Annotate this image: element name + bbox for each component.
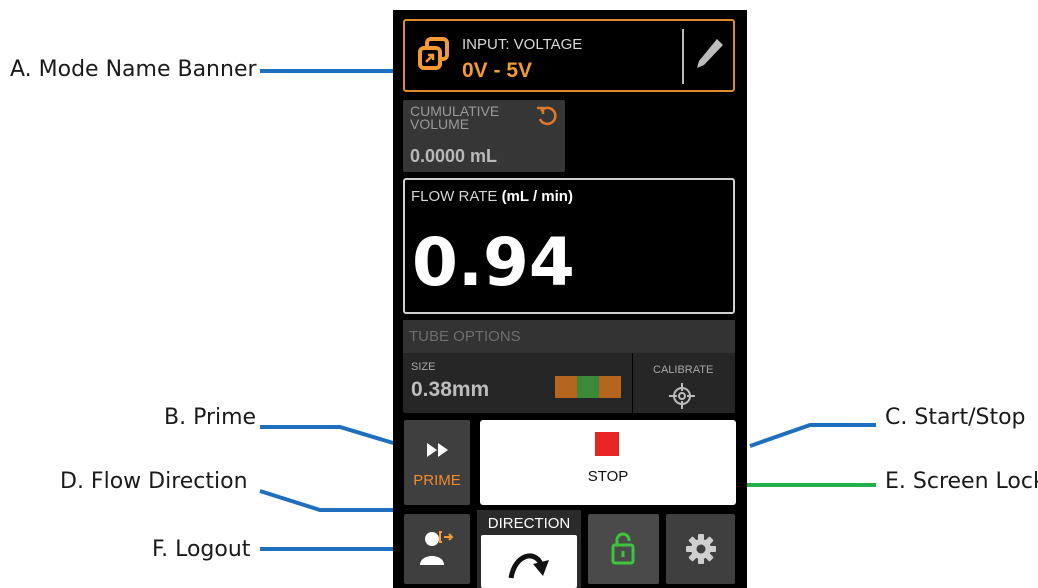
clockwise-arrow-icon <box>508 553 549 579</box>
reset-icon[interactable] <box>535 104 559 128</box>
pump-screen: INPUT: VOLTAGE 0V - 5V CUMULATIVE VOLUME… <box>393 10 747 588</box>
cumulative-volume-panel: CUMULATIVE VOLUME 0.0000 mL <box>403 100 565 172</box>
logout-button[interactable] <box>404 514 470 584</box>
logout-user-icon <box>420 531 454 565</box>
tube-color-band <box>577 376 599 398</box>
settings-button[interactable] <box>666 514 735 584</box>
fast-forward-icon <box>427 443 448 457</box>
stop-label: STOP <box>587 468 629 485</box>
gear-icon <box>686 534 716 564</box>
mode-name-banner[interactable]: INPUT: VOLTAGE 0V - 5V <box>403 19 735 92</box>
callout-mode-banner: A. Mode Name Banner <box>10 57 257 82</box>
flow-rate-panel[interactable]: FLOW RATE (mL / min) 0.94 <box>403 178 735 314</box>
unlocked-padlock-icon <box>611 532 635 565</box>
cumulative-volume-label: CUMULATIVE VOLUME <box>410 103 500 132</box>
callout-flow-direction: D. Flow Direction <box>60 469 248 494</box>
leader-start-stop <box>749 423 876 448</box>
tube-divider <box>632 353 633 413</box>
tube-color-swatch <box>555 376 621 398</box>
prime-button[interactable]: PRIME <box>404 420 470 505</box>
flow-rate-label: FLOW RATE (mL / min) <box>411 188 573 205</box>
screen-lock-button[interactable] <box>588 514 659 584</box>
flow-direction-control: DIRECTION <box>477 510 581 588</box>
direction-label: DIRECTION <box>487 515 571 532</box>
callout-screen-lock: E. Screen Lock <box>885 469 1038 494</box>
callout-logout: F. Logout <box>152 537 251 562</box>
pencil-icon[interactable] <box>695 37 725 71</box>
banner-divider <box>682 29 684 84</box>
tube-options-panel: TUBE OPTIONS SIZE 0.38mm CALIBRATE <box>403 320 735 413</box>
mode-input-label: INPUT: VOLTAGE <box>462 36 583 53</box>
flow-rate-unit: (mL / min) <box>501 188 573 205</box>
tube-color-band <box>599 376 621 398</box>
callout-start-stop: C. Start/Stop <box>885 405 1026 430</box>
stop-icon <box>595 432 619 456</box>
mode-window-icon <box>418 37 449 70</box>
calibrate-label: CALIBRATE <box>653 364 714 376</box>
flow-rate-value: 0.94 <box>412 224 575 301</box>
start-stop-button[interactable]: STOP <box>480 420 736 505</box>
tube-size-value: 0.38mm <box>411 378 490 401</box>
direction-button[interactable] <box>481 535 577 588</box>
mode-input-value: 0V - 5V <box>462 59 533 82</box>
tube-size-label: SIZE <box>411 361 436 373</box>
calibrate-target-icon[interactable] <box>669 383 695 409</box>
callout-prime: B. Prime <box>164 405 257 430</box>
cumulative-volume-value: 0.0000 mL <box>410 146 498 166</box>
tube-options-title: TUBE OPTIONS <box>409 328 521 345</box>
prime-label: PRIME <box>413 472 461 489</box>
tube-color-band <box>555 376 577 398</box>
leader-prime <box>260 425 401 447</box>
